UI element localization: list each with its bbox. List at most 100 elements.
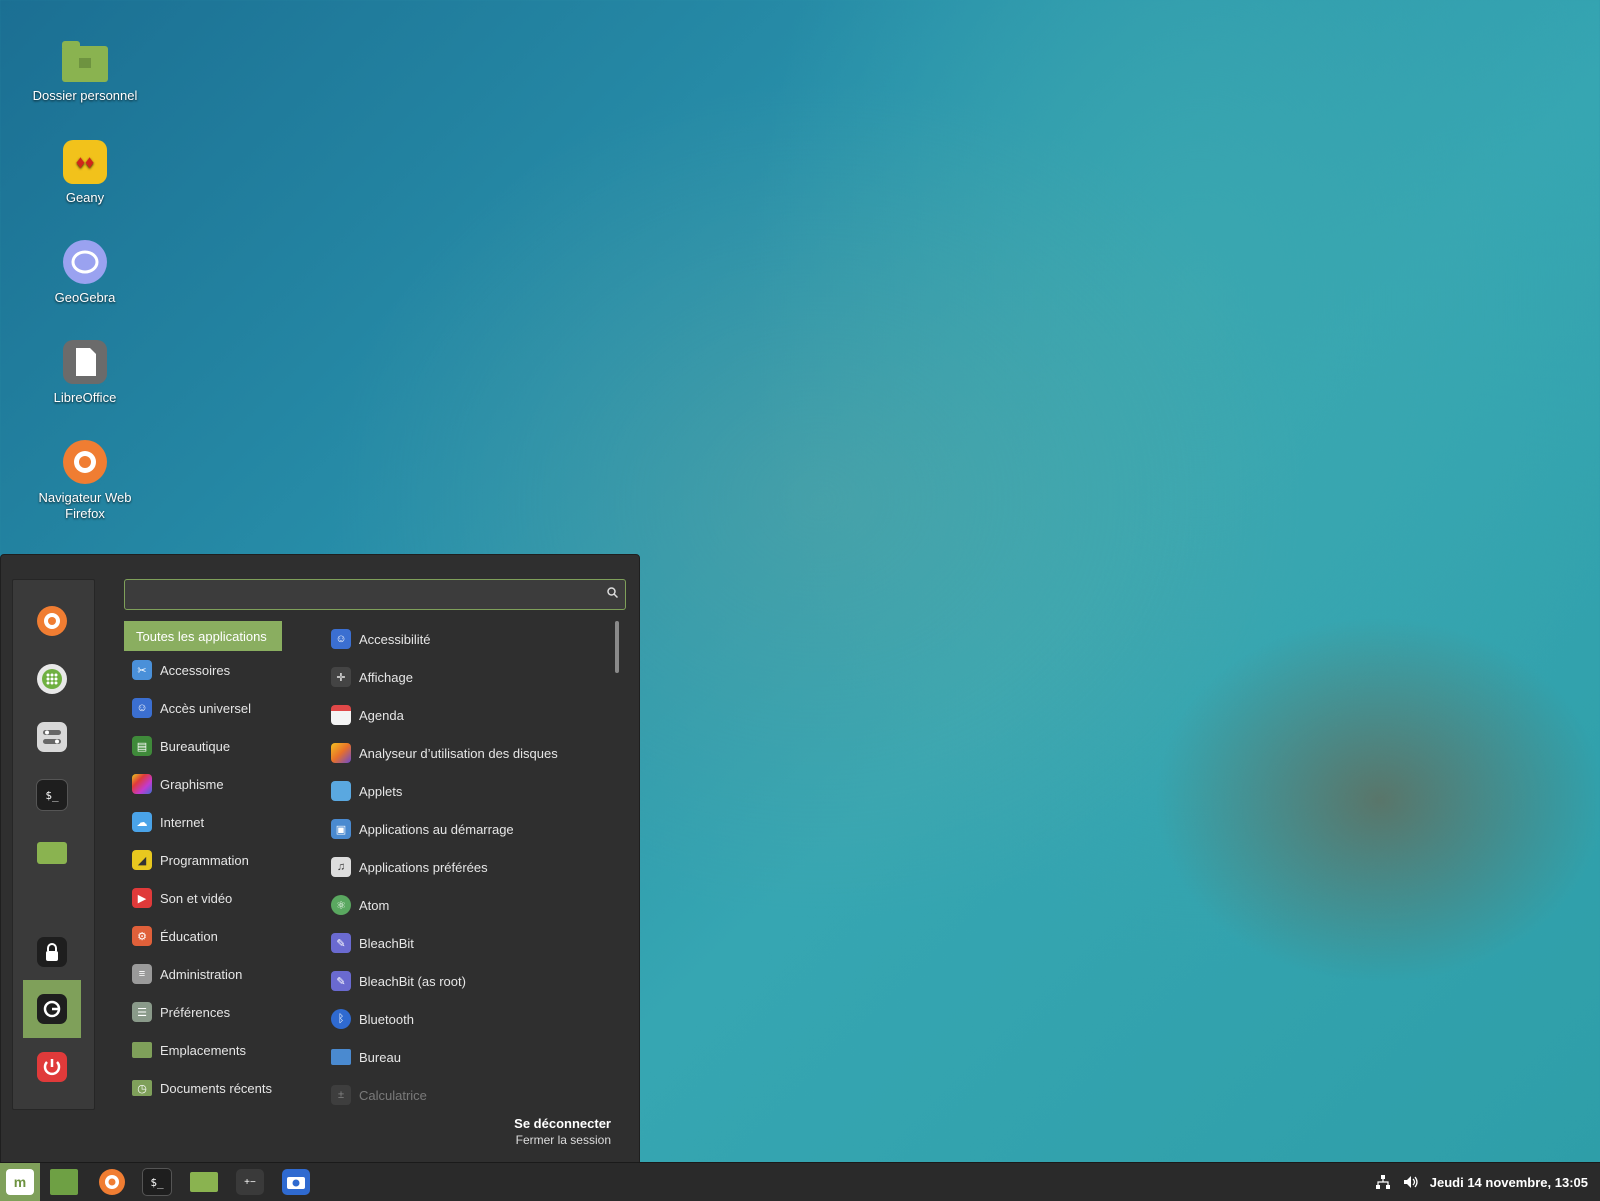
category-education[interactable]: ⚙ Éducation xyxy=(124,921,284,951)
apps-scrollbar[interactable] xyxy=(615,621,619,673)
app-calculatrice[interactable]: ± Calculatrice xyxy=(331,1080,427,1110)
programming-icon: ◢ xyxy=(132,850,152,870)
taskbar-screenshot[interactable] xyxy=(280,1167,312,1197)
app-accessibilite[interactable]: ☺ Accessibilité xyxy=(331,624,431,654)
app-applications-preferees[interactable]: ♫ Applications préférées xyxy=(331,852,488,882)
accessories-icon: ✂ xyxy=(132,660,152,680)
app-label: Applications préférées xyxy=(359,859,488,875)
firefox-icon xyxy=(37,606,67,636)
app-applications-demarrage[interactable]: ▣ Applications au démarrage xyxy=(331,814,514,844)
app-bleachbit-root[interactable]: ✎ BleachBit (as root) xyxy=(331,966,466,996)
category-label: Préférences xyxy=(160,1004,231,1020)
favorite-firefox[interactable] xyxy=(23,592,81,650)
preferred-apps-icon: ♫ xyxy=(331,857,351,877)
category-label: Documents récents xyxy=(160,1080,272,1096)
office-icon: ▤ xyxy=(132,736,152,756)
favorite-files[interactable] xyxy=(23,824,81,882)
taskbar-show-desktop[interactable] xyxy=(48,1167,80,1197)
desktop-icon-libreoffice[interactable]: LibreOffice xyxy=(20,340,150,406)
category-bureautique[interactable]: ▤ Bureautique xyxy=(124,731,284,761)
session-action[interactable]: Se déconnecter Fermer la session xyxy=(514,1116,611,1147)
startup-apps-icon: ▣ xyxy=(331,819,351,839)
geogebra-icon xyxy=(63,240,107,284)
application-menu: $_ Toutes les applications ✂ Accessoires… xyxy=(0,554,640,1164)
app-bureau[interactable]: Bureau xyxy=(331,1042,401,1072)
desktop-icon-geany[interactable]: ♦♦ Geany xyxy=(20,140,150,206)
app-label: BleachBit xyxy=(359,935,414,951)
category-internet[interactable]: ☁ Internet xyxy=(124,807,284,837)
app-label: Atom xyxy=(359,897,390,913)
app-label: Applications au démarrage xyxy=(359,821,514,837)
volume-icon[interactable] xyxy=(1402,1173,1420,1191)
category-all-applications[interactable]: Toutes les applications xyxy=(124,621,282,651)
search-input[interactable] xyxy=(125,580,595,611)
recent-documents-icon: ◷ xyxy=(132,1080,152,1096)
bluetooth-icon: ᛒ xyxy=(331,1009,351,1029)
search-box[interactable] xyxy=(124,579,626,611)
calculator-icon: ± xyxy=(331,1085,351,1105)
terminal-icon: $_ xyxy=(142,1168,172,1196)
category-administration[interactable]: ≡ Administration xyxy=(124,959,284,989)
software-manager-icon xyxy=(37,664,67,694)
category-label: Bureautique xyxy=(160,738,231,754)
category-label: Accès universel xyxy=(160,700,252,716)
category-label: Administration xyxy=(160,966,243,982)
category-preferences[interactable]: ☰ Préférences xyxy=(124,997,284,1027)
desktop-icon-firefox[interactable]: Navigateur Web Firefox xyxy=(20,440,150,522)
category-documents-recents[interactable]: ◷ Documents récents xyxy=(124,1073,284,1103)
taskbar-calculator[interactable]: +− xyxy=(234,1167,266,1197)
app-affichage[interactable]: ✛ Affichage xyxy=(331,662,413,692)
linux-mint-logo-icon: m xyxy=(6,1169,34,1195)
multimedia-icon: ▶ xyxy=(132,888,152,908)
app-bleachbit[interactable]: ✎ BleachBit xyxy=(331,928,414,958)
category-accessoires[interactable]: ✂ Accessoires xyxy=(124,655,284,685)
taskbar-terminal[interactable]: $_ xyxy=(141,1167,173,1197)
settings-icon xyxy=(37,722,67,752)
app-label: Accessibilité xyxy=(359,631,431,647)
category-acces-universel[interactable]: ☺ Accès universel xyxy=(124,693,284,723)
app-label: Bureau xyxy=(359,1049,401,1065)
applets-icon xyxy=(331,781,351,801)
desktop-icon-label: GeoGebra xyxy=(54,290,116,305)
favorite-lock-screen[interactable] xyxy=(23,923,81,981)
desktop-icon-label: Dossier personnel xyxy=(32,88,138,103)
category-emplacements[interactable]: Emplacements xyxy=(124,1035,284,1065)
taskbar-file-manager[interactable] xyxy=(188,1167,220,1197)
category-son-et-video[interactable]: ▶ Son et vidéo xyxy=(124,883,284,913)
app-analyseur-disques[interactable]: Analyseur d’utilisation des disques xyxy=(331,738,558,768)
desktop-icon-home[interactable]: Dossier personnel xyxy=(20,40,150,104)
firefox-icon xyxy=(63,440,107,484)
app-label: Agenda xyxy=(359,707,404,723)
geany-icon: ♦♦ xyxy=(63,140,107,184)
logout-icon xyxy=(37,994,67,1024)
taskbar-firefox[interactable] xyxy=(96,1167,128,1197)
favorite-shutdown[interactable] xyxy=(23,1038,81,1096)
favorite-software-manager[interactable] xyxy=(23,650,81,708)
accessibility-icon: ☺ xyxy=(331,629,351,649)
administration-icon: ≡ xyxy=(132,964,152,984)
app-label: Analyseur d’utilisation des disques xyxy=(359,745,558,761)
home-folder-icon xyxy=(62,41,108,82)
preferences-icon: ☰ xyxy=(132,1002,152,1022)
favorite-terminal[interactable]: $_ xyxy=(23,766,81,824)
category-label: Emplacements xyxy=(160,1042,246,1058)
category-label: Internet xyxy=(160,814,205,830)
app-bluetooth[interactable]: ᛒ Bluetooth xyxy=(331,1004,414,1034)
accessibility-icon: ☺ xyxy=(132,698,152,718)
network-icon[interactable] xyxy=(1374,1173,1392,1191)
category-programmation[interactable]: ◢ Programmation xyxy=(124,845,284,875)
favorite-settings[interactable] xyxy=(23,708,81,766)
favorite-logout[interactable] xyxy=(23,980,81,1038)
app-label: Applets xyxy=(359,783,403,799)
graphics-icon xyxy=(132,774,152,794)
menu-button[interactable]: m xyxy=(0,1163,40,1201)
disk-usage-icon xyxy=(331,743,351,763)
app-agenda[interactable]: Agenda xyxy=(331,700,404,730)
clock[interactable]: Jeudi 14 novembre, 13:05 xyxy=(1430,1175,1588,1190)
category-graphisme[interactable]: Graphisme xyxy=(124,769,284,799)
power-icon xyxy=(37,1052,67,1082)
desktop-icon-geogebra[interactable]: GeoGebra xyxy=(20,240,150,306)
app-applets[interactable]: Applets xyxy=(331,776,402,806)
system-tray: Jeudi 14 novembre, 13:05 xyxy=(1374,1163,1588,1201)
app-atom[interactable]: ⚛ Atom xyxy=(331,890,389,920)
